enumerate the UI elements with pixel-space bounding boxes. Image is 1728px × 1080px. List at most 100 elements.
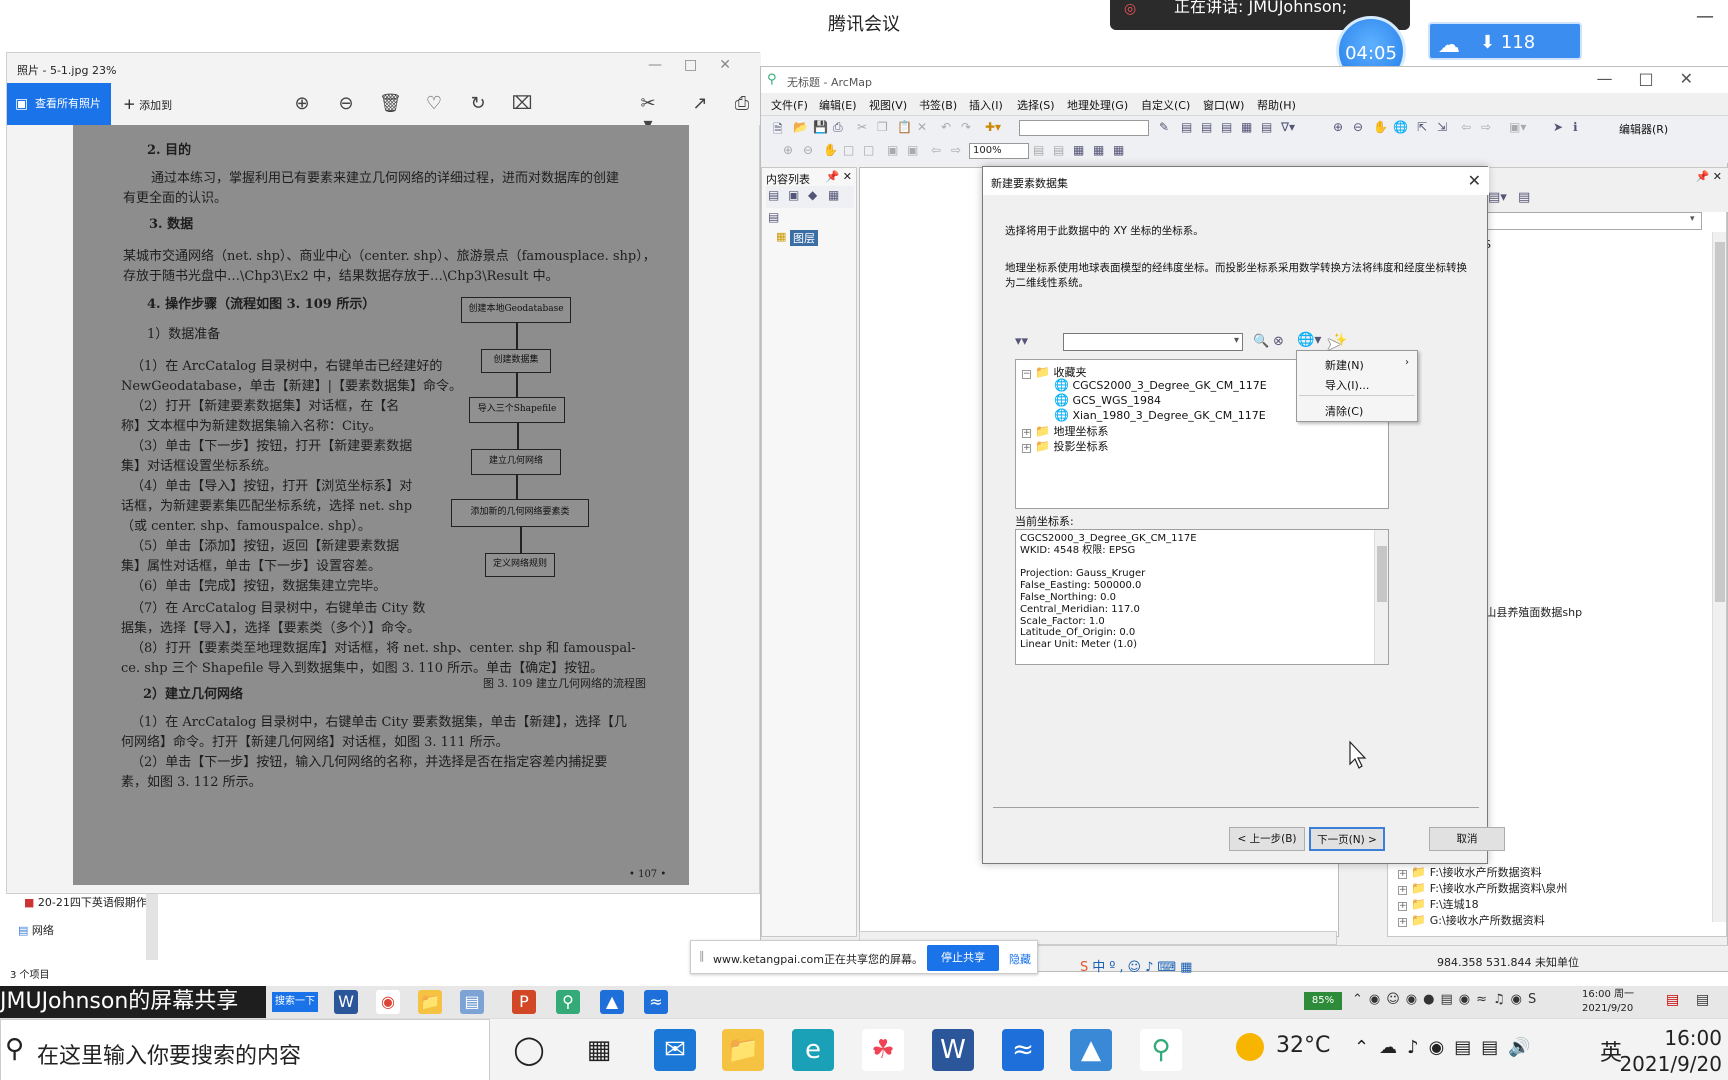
menu-windows[interactable]: 窗口(W) xyxy=(1203,97,1244,113)
editor-toolbar-icon[interactable]: ✎ xyxy=(1159,120,1169,134)
crop-icon[interactable]: ⌧ xyxy=(511,93,533,114)
layout-more-icon[interactable]: ▦ xyxy=(1113,143,1124,157)
search-window-icon[interactable]: ▤ xyxy=(1221,120,1232,134)
word-icon[interactable]: W xyxy=(334,990,358,1014)
delete-icon[interactable]: 🗑 xyxy=(379,93,402,114)
chevron-down-icon[interactable]: ▾ xyxy=(1234,335,1239,346)
chrome-icon[interactable]: ◉ xyxy=(376,990,400,1014)
catalog-icon[interactable]: ▤ xyxy=(1201,120,1212,134)
details-scrollbar[interactable] xyxy=(1374,530,1388,664)
model-builder-icon[interactable]: ∇▾ xyxy=(1281,120,1295,134)
file-explorer-icon[interactable]: 📁 xyxy=(418,990,442,1014)
zoom-out-icon[interactable]: ⊖ xyxy=(335,93,357,114)
toc-pin-close[interactable]: 📌 ✕ xyxy=(826,170,852,183)
go-forward-extent-icon[interactable]: ⇨ xyxy=(951,143,961,157)
focus-frame-icon[interactable]: ▤ xyxy=(1053,143,1064,157)
scale-combo[interactable] xyxy=(1019,120,1149,136)
expand-icon[interactable]: + xyxy=(1022,429,1031,438)
mail-icon[interactable]: ✉ xyxy=(654,1029,696,1071)
baidu-netdisk-icon[interactable]: ☘ xyxy=(862,1029,904,1071)
task-view-icon[interactable]: ▦ xyxy=(578,1029,620,1071)
add-data-icon[interactable]: ✚▾ xyxy=(985,120,1001,134)
explorer-item[interactable]: ▤ 网络 xyxy=(18,922,54,938)
system-tray-icons[interactable]: ⌃☁♪◉▤▤🔊 xyxy=(1354,1037,1541,1058)
menu-item-new[interactable]: 新建(N) xyxy=(1325,357,1364,373)
layout-zoom-out-icon[interactable]: ⊖ xyxy=(803,143,813,157)
zoom-out-icon[interactable]: ⊖ xyxy=(1353,120,1363,134)
paste-icon[interactable]: 📋 xyxy=(897,120,912,134)
stop-sharing-button[interactable]: 停止共享 xyxy=(927,945,999,971)
catalog-scrollbar[interactable] xyxy=(1712,232,1726,922)
drag-handle-icon[interactable]: ‖ xyxy=(699,949,705,962)
app-icon[interactable]: ▤ xyxy=(460,990,484,1014)
fixed-zoom-in-icon[interactable]: ⇱ xyxy=(1417,120,1427,134)
forward-extent-icon[interactable]: ⇨ xyxy=(1481,120,1491,134)
layout-zoom-in-icon[interactable]: ⊕ xyxy=(783,143,793,157)
photos-icon[interactable]: ▲ xyxy=(1070,1029,1112,1071)
menu-customize[interactable]: 自定义(C) xyxy=(1141,97,1190,113)
explorer-item[interactable]: ■ 20-21四下英语假期作 xyxy=(24,894,147,910)
list-by-source-icon[interactable]: ▣ xyxy=(788,188,799,202)
catalog-tree-item[interactable]: + 📁 F:\接收水产所数据资料 xyxy=(1398,864,1542,880)
arctoolbox-icon[interactable]: ▦ xyxy=(1241,120,1252,134)
action-center-icon[interactable]: ▤ xyxy=(1696,992,1709,1008)
open-icon[interactable]: 📂 xyxy=(793,120,808,134)
menu-edit[interactable]: 编辑(E) xyxy=(819,97,857,113)
editor-menu[interactable]: 编辑器(R) xyxy=(1619,121,1668,137)
zoom-in-icon[interactable]: ⊕ xyxy=(291,93,313,114)
rotate-icon[interactable]: ↻ xyxy=(467,93,489,114)
expand-icon[interactable]: + xyxy=(1398,886,1407,895)
tencent-meeting-icon[interactable]: ≈ xyxy=(644,990,668,1014)
menu-geoprocessing[interactable]: 地理处理(G) xyxy=(1067,97,1128,113)
powerpoint-icon[interactable]: P xyxy=(512,990,536,1014)
layout-pan-icon[interactable]: ✋ xyxy=(823,143,838,157)
tree-item-coordinate-system[interactable]: 🌐 Xian_1980_3_Degree_GK_CM_117E xyxy=(1054,408,1266,422)
edge-icon[interactable]: e xyxy=(792,1029,834,1071)
tree-item-coordinate-system[interactable]: 🌐 CGCS2000_3_Degree_GK_CM_117E xyxy=(1054,378,1267,392)
expand-icon[interactable]: + xyxy=(1398,918,1407,927)
menu-insert[interactable]: 插入(I) xyxy=(969,97,1003,113)
zoom-whole-page-icon[interactable]: □ xyxy=(843,143,854,157)
catalog-scroll-thumb[interactable] xyxy=(1715,242,1725,602)
pan-icon[interactable]: ✋ xyxy=(1373,120,1388,134)
search-icon[interactable]: 🔍 xyxy=(1253,334,1269,349)
delete-icon[interactable]: ✕ xyxy=(917,120,927,134)
full-extent-icon[interactable]: 🌐 xyxy=(1393,120,1408,134)
undo-icon[interactable]: ↶ xyxy=(941,120,951,134)
fixed-zoom-icon[interactable]: ▣ xyxy=(887,143,898,157)
menu-view[interactable]: 视图(V) xyxy=(869,97,907,113)
identify-icon[interactable]: ℹ xyxy=(1573,120,1578,134)
catalog-options-icon[interactable]: ▤▾ xyxy=(1488,190,1507,205)
word-icon[interactable]: W xyxy=(932,1029,974,1071)
catalog-pin-close[interactable]: 📌 ✕ xyxy=(1696,170,1722,183)
python-icon[interactable]: ▤ xyxy=(1261,120,1272,134)
expand-icon[interactable]: + xyxy=(1398,870,1407,879)
cortana-icon[interactable]: ◯ xyxy=(508,1029,550,1071)
layers-dataframe[interactable]: 图层 xyxy=(790,230,818,246)
print-icon[interactable]: ⎙ xyxy=(833,120,843,135)
copy-icon[interactable]: ❐ xyxy=(877,120,888,134)
new-icon[interactable]: 🗎 xyxy=(773,120,783,141)
arcmap-window-controls[interactable]: —□✕ xyxy=(1596,69,1719,88)
tencent-meeting-icon[interactable]: ≈ xyxy=(1002,1029,1044,1071)
tree-item-coordinate-system[interactable]: 🌐 GCS_WGS_1984 xyxy=(1054,393,1161,407)
share-icon[interactable]: ↗ xyxy=(689,93,711,114)
back-extent-icon[interactable]: ⇦ xyxy=(1461,120,1471,134)
zoom-in-icon[interactable]: ⊕ xyxy=(1333,120,1343,134)
select-features-icon[interactable]: ▣▾ xyxy=(1509,120,1526,134)
list-by-visibility-icon[interactable]: ◆ xyxy=(808,188,817,202)
view-all-photos-button[interactable]: ▣ 查看所有照片 xyxy=(7,83,111,125)
notification-icon[interactable]: ▤ xyxy=(1666,992,1679,1008)
inner-tray-icons[interactable]: ⌃◉☺◉●▤◉≈♫◉S xyxy=(1352,992,1542,1007)
zoom-percent-combo[interactable]: 100% xyxy=(969,143,1029,159)
add-to-button[interactable]: + 添加到 xyxy=(123,83,172,125)
catalog-tree-item[interactable]: + 📁 F:\接收水产所数据资料\泉州 xyxy=(1398,880,1567,896)
clear-search-icon[interactable]: ⊗ xyxy=(1273,334,1284,349)
arcgis-icon[interactable]: ⚲ xyxy=(556,990,580,1014)
catalog-refresh-icon[interactable]: ▤ xyxy=(1518,190,1530,205)
add-coordinate-system-globe-icon[interactable]: 🌐▾ xyxy=(1297,332,1321,348)
meeting-minimize-button[interactable]: — xyxy=(1696,6,1714,27)
file-explorer-icon[interactable]: 📁 xyxy=(722,1029,764,1071)
list-by-drawing-order-icon[interactable]: ▤ xyxy=(768,188,779,202)
back-button[interactable]: < 上一步(B) xyxy=(1229,827,1305,851)
